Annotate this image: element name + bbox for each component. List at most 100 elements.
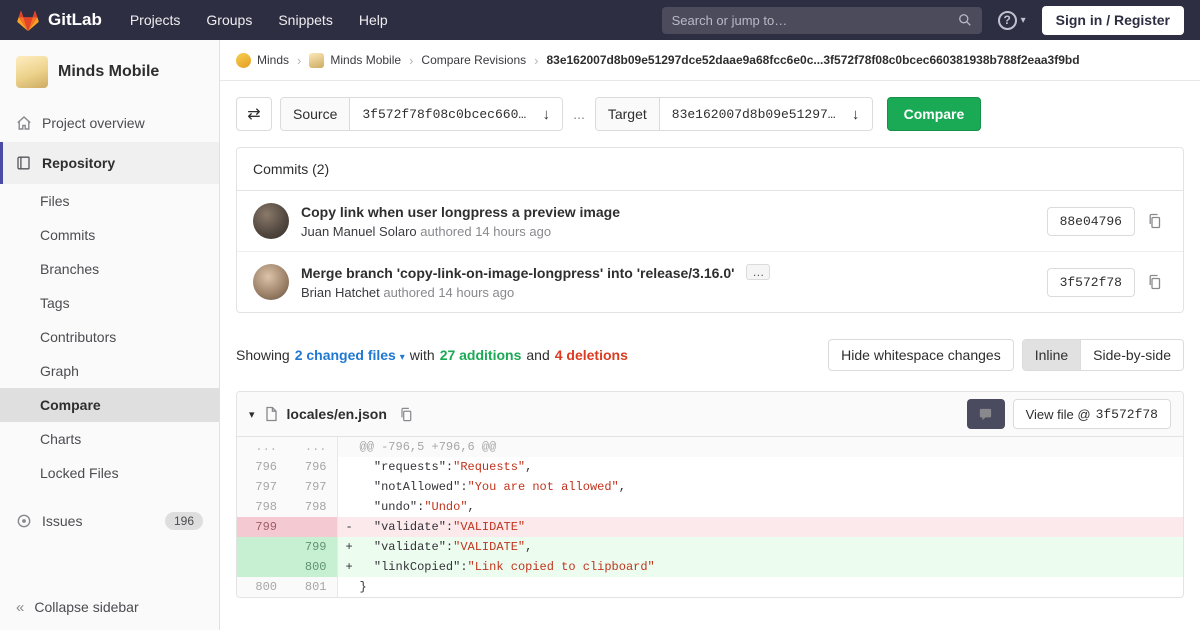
sidebar-item-project-overview[interactable]: Project overview — [0, 104, 219, 142]
old-line-number[interactable]: 798 — [237, 497, 287, 517]
target-group: Target 83e162007d8b09e51297… ↓ — [594, 97, 873, 131]
search-icon — [958, 13, 972, 27]
new-line-number[interactable]: 797 — [287, 477, 338, 497]
main-content: Minds › Minds Mobile › Compare Revisions… — [220, 40, 1200, 630]
code-line: + "validate":"VALIDATE", — [337, 537, 1183, 557]
new-line-number[interactable]: 801 — [287, 577, 338, 597]
commit-author-avatar[interactable] — [253, 264, 289, 300]
sign-in-button[interactable]: Sign in / Register — [1041, 5, 1184, 35]
file-icon — [263, 406, 279, 422]
sidebar-subitem-contributors[interactable]: Contributors — [0, 320, 219, 354]
breadcrumb-project[interactable]: Minds Mobile — [309, 52, 401, 68]
commits-panel: Commits (2) Copy link when user longpres… — [236, 147, 1184, 313]
gitlab-home-link[interactable]: GitLab — [16, 9, 102, 32]
copy-sha-button[interactable] — [1143, 209, 1167, 233]
commit-meta: Juan Manuel Solaro authored 14 hours ago — [301, 224, 1047, 239]
arrow-down-icon: ↓ — [542, 105, 550, 123]
sidebar-subitem-compare[interactable]: Compare — [0, 388, 219, 422]
hunk-header-text: @@ -796,5 +796,6 @@ — [359, 440, 497, 454]
sidebar-subitem-files[interactable]: Files — [0, 184, 219, 218]
breadcrumb: Minds › Minds Mobile › Compare Revisions… — [220, 40, 1200, 81]
diff-context-row: 800 801 } — [237, 577, 1183, 597]
nav-groups[interactable]: Groups — [206, 12, 252, 28]
old-line-number[interactable]: 796 — [237, 457, 287, 477]
double-chevron-left-icon: « — [16, 598, 25, 616]
source-revision-dropdown[interactable]: 3f572f78f08c0bcec660… ↓ — [350, 98, 563, 130]
copy-file-path-button[interactable] — [395, 403, 418, 426]
old-line-number[interactable]: 797 — [237, 477, 287, 497]
copy-sha-button[interactable] — [1143, 270, 1167, 294]
commit-sha-link[interactable]: 88e04796 — [1046, 206, 1135, 236]
diff-context-row: 797 797 "notAllowed":"You are not allowe… — [237, 477, 1183, 497]
new-line-number[interactable]: 799 — [287, 537, 338, 557]
sidebar-subitem-graph[interactable]: Graph — [0, 354, 219, 388]
revision-range-separator: ... — [573, 106, 585, 122]
deletions-count: 4 deletions — [554, 347, 628, 363]
project-context-link[interactable]: Minds Mobile — [0, 40, 219, 104]
compare-button[interactable]: Compare — [886, 97, 982, 131]
new-line-number: ... — [287, 437, 338, 457]
collapse-file-button[interactable]: ▾ — [249, 408, 255, 421]
commit-author-link[interactable]: Brian Hatchet — [301, 285, 380, 300]
breadcrumb-separator: › — [409, 52, 414, 68]
sidebar-subitem-charts[interactable]: Charts — [0, 422, 219, 456]
nav-snippets[interactable]: Snippets — [278, 12, 332, 28]
file-name-link[interactable]: locales/en.json — [287, 406, 387, 422]
question-icon: ? — [997, 10, 1017, 30]
view-file-label: View file @ — [1025, 406, 1091, 422]
commit-authored-time: authored 14 hours ago — [383, 285, 515, 300]
diff-view-toggle: Inline Side-by-side — [1021, 339, 1184, 371]
commit-author-avatar[interactable] — [253, 203, 289, 239]
code-line: "requests":"Requests", — [359, 460, 533, 474]
sidebar-item-label: Project overview — [42, 115, 145, 131]
old-line-number[interactable] — [237, 557, 287, 577]
commit-sha-link[interactable]: 3f572f78 — [1046, 267, 1135, 297]
sidebar-subitem-locked-files[interactable]: Locked Files — [0, 456, 219, 490]
commit-title-link[interactable]: Merge branch 'copy-link-on-image-longpre… — [301, 265, 734, 281]
nav-projects[interactable]: Projects — [130, 12, 181, 28]
project-mini-avatar — [309, 52, 325, 68]
swap-revisions-button[interactable]: ⇄ — [236, 97, 272, 131]
new-line-number[interactable] — [287, 517, 338, 537]
old-line-number[interactable]: 799 — [237, 517, 287, 537]
code-line: } — [359, 580, 367, 594]
diff-stats: Showing 2 changed files ▾ with 27 additions… — [236, 347, 633, 363]
new-line-number[interactable]: 800 — [287, 557, 338, 577]
toggle-commit-description-button[interactable]: … — [746, 264, 771, 280]
sidebar-item-issues[interactable]: Issues 196 — [0, 502, 219, 540]
side-by-side-view-button[interactable]: Side-by-side — [1080, 340, 1183, 370]
sidebar-subitem-branches[interactable]: Branches — [0, 252, 219, 286]
commit-row: Merge branch 'copy-link-on-image-longpre… — [237, 251, 1183, 312]
old-line-number[interactable] — [237, 537, 287, 557]
hide-whitespace-button[interactable]: Hide whitespace changes — [828, 339, 1014, 371]
project-sidebar: Minds Mobile Project overview Repository… — [0, 40, 220, 630]
sidebar-item-repository[interactable]: Repository — [0, 142, 219, 184]
diff-context-row: 796 796 "requests":"Requests", — [237, 457, 1183, 477]
old-line-number[interactable]: 800 — [237, 577, 287, 597]
repository-submenu: Files Commits Branches Tags Contributors… — [0, 184, 219, 490]
collapse-sidebar-button[interactable]: « Collapse sidebar — [0, 584, 219, 630]
sidebar-subitem-tags[interactable]: Tags — [0, 286, 219, 320]
view-file-button[interactable]: View file @ 3f572f78 — [1012, 399, 1171, 429]
collapse-sidebar-label: Collapse sidebar — [34, 599, 139, 615]
new-line-number[interactable]: 798 — [287, 497, 338, 517]
nav-help[interactable]: Help — [359, 12, 388, 28]
sidebar-subitem-commits[interactable]: Commits — [0, 218, 219, 252]
source-label: Source — [281, 98, 351, 130]
search-input[interactable]: Search or jump to… — [661, 6, 982, 34]
breadcrumb-compare-revisions[interactable]: Compare Revisions — [421, 53, 526, 67]
target-revision-dropdown[interactable]: 83e162007d8b09e51297… ↓ — [659, 98, 872, 130]
inline-view-button[interactable]: Inline — [1022, 340, 1081, 370]
help-dropdown[interactable]: ? ▾ — [997, 10, 1026, 30]
breadcrumb-group[interactable]: Minds — [236, 52, 290, 68]
code-line: "undo":"Undo", — [359, 500, 475, 514]
toggle-file-comments-button[interactable] — [966, 399, 1005, 429]
new-line-number[interactable]: 796 — [287, 457, 338, 477]
commit-row: Copy link when user longpress a preview … — [237, 191, 1183, 251]
commit-title-link[interactable]: Copy link when user longpress a preview … — [301, 204, 620, 220]
chevron-down-icon: ▾ — [1020, 14, 1026, 26]
breadcrumb-label: Minds — [257, 53, 290, 67]
gitlab-tanuki-icon — [17, 10, 39, 31]
changed-files-dropdown[interactable]: 2 changed files ▾ — [295, 347, 405, 363]
commit-author-link[interactable]: Juan Manuel Solaro — [301, 224, 417, 239]
